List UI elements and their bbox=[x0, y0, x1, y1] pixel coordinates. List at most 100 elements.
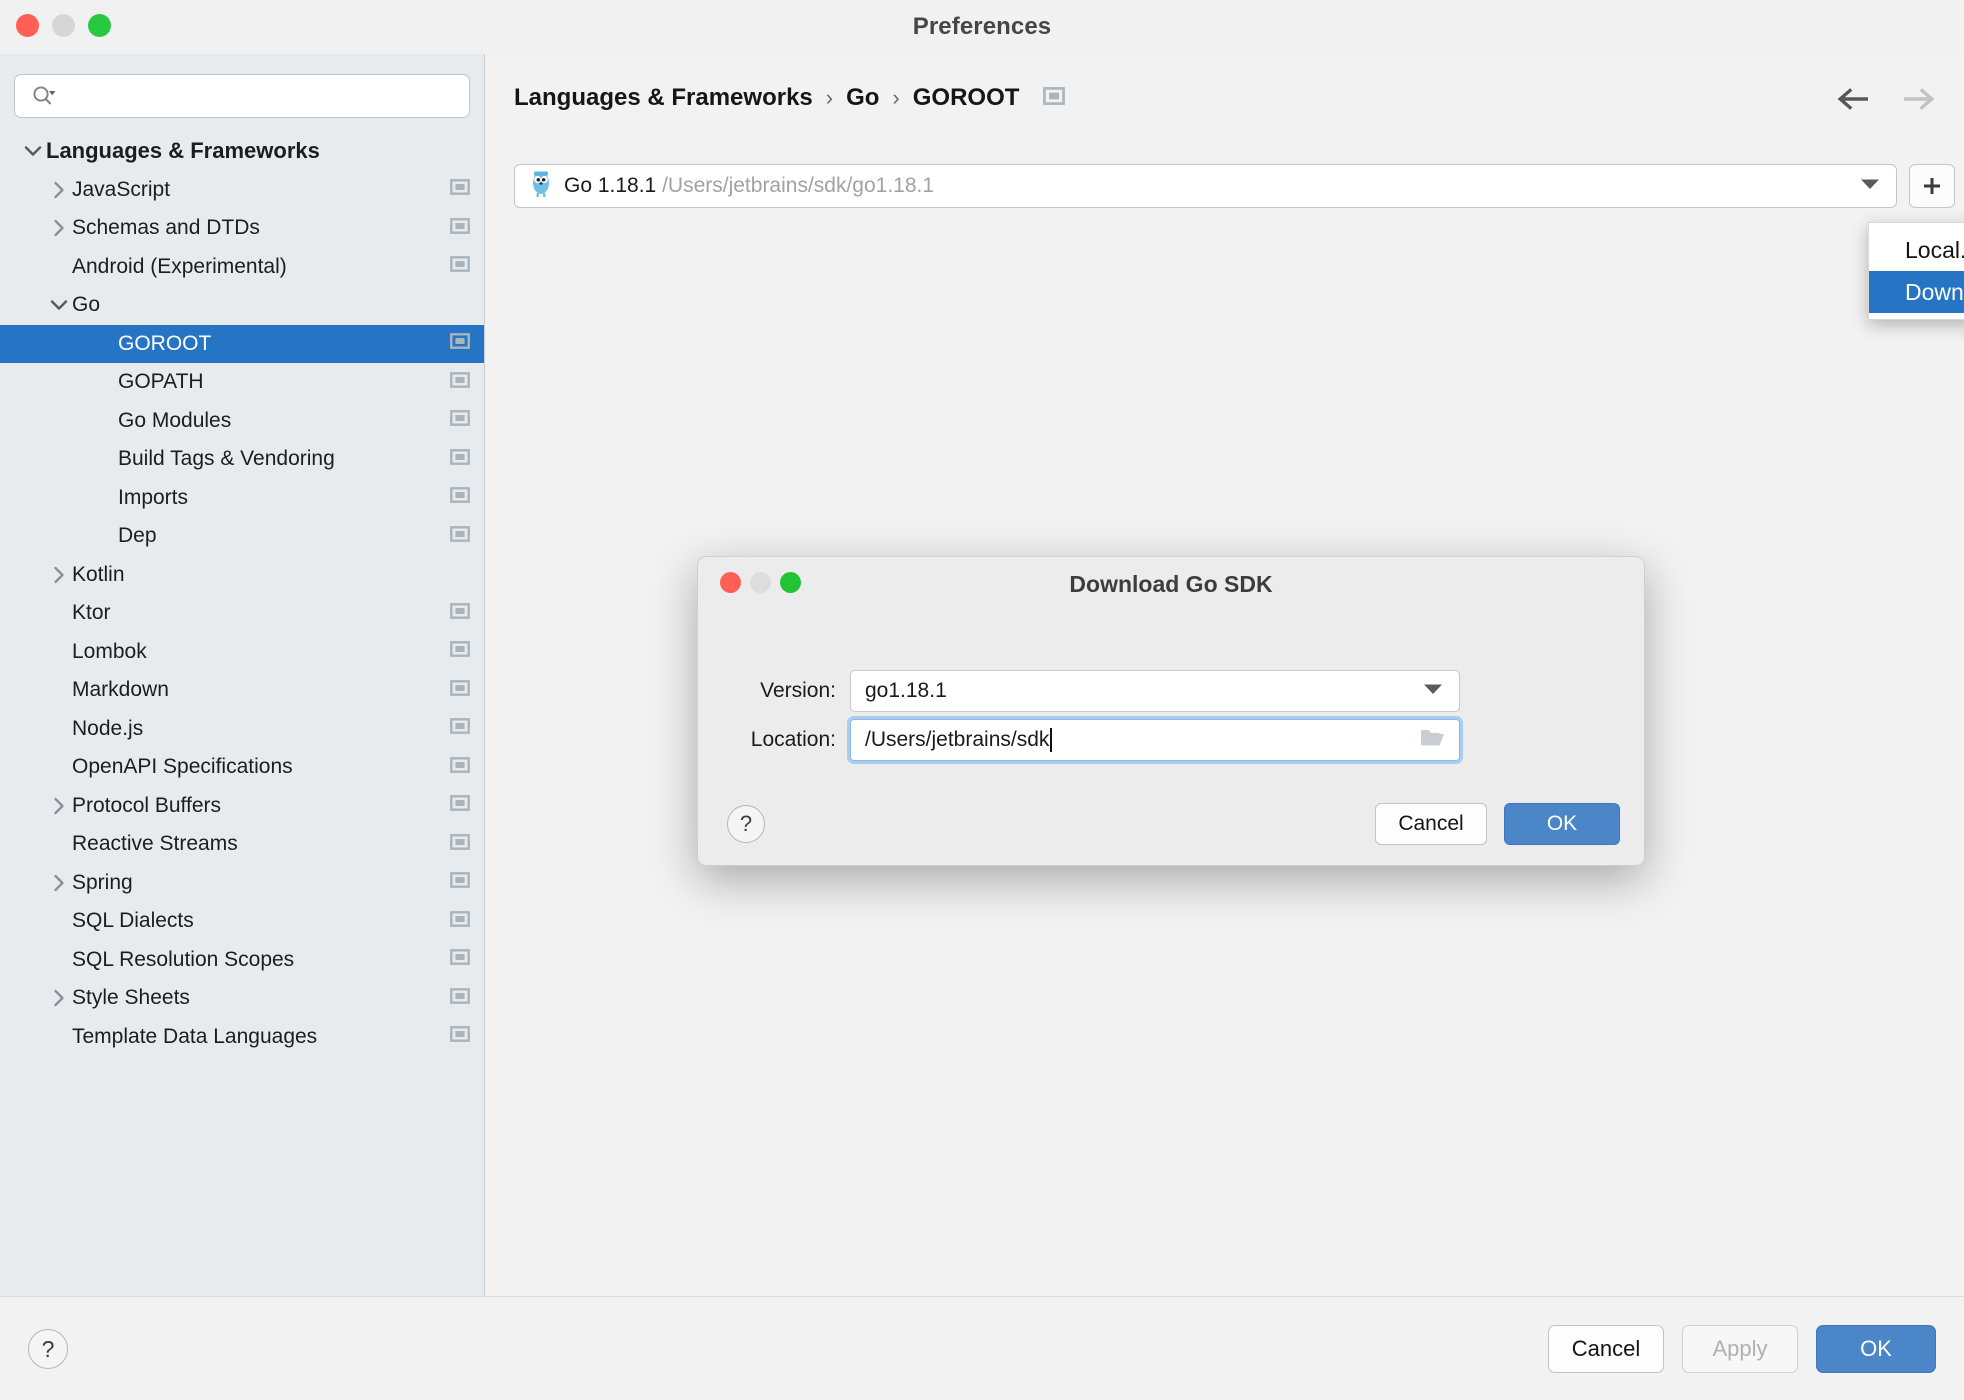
popup-item-download[interactable]: Download... bbox=[1869, 271, 1964, 313]
sidebar-item-lombok[interactable]: Lombok bbox=[0, 633, 484, 672]
sidebar-item-template-data-languages[interactable]: Template Data Languages bbox=[0, 1018, 484, 1057]
close-window-button[interactable] bbox=[16, 14, 39, 37]
twisty-placeholder bbox=[46, 677, 72, 703]
sidebar-item-spring[interactable]: Spring bbox=[0, 864, 484, 903]
minimize-window-button[interactable] bbox=[52, 14, 75, 37]
sidebar-item-schemas-and-dtds[interactable]: Schemas and DTDs bbox=[0, 209, 484, 248]
sidebar-item-imports[interactable]: Imports bbox=[0, 479, 484, 518]
download-go-sdk-dialog: Download Go SDK Version: go1.18.1 Locati… bbox=[697, 556, 1645, 866]
dialog-cancel-button[interactable]: Cancel bbox=[1375, 803, 1487, 845]
chevron-down-icon[interactable] bbox=[20, 138, 46, 164]
chevron-down-icon[interactable] bbox=[46, 292, 72, 318]
twisty-placeholder bbox=[46, 600, 72, 626]
sidebar-item-label: Go Modules bbox=[118, 408, 232, 432]
sdk-combobox-value: Go 1.18.1 /Users/jetbrains/sdk/go1.18.1 bbox=[564, 174, 934, 198]
breadcrumb-item-1[interactable]: Go bbox=[846, 84, 879, 112]
goroot-sdk-row: Go 1.18.1 /Users/jetbrains/sdk/go1.18.1 bbox=[514, 164, 1955, 208]
settings-screen-icon bbox=[450, 987, 470, 1009]
add-sdk-popup-menu: Local... Download... bbox=[1868, 222, 1964, 320]
version-field-row: Version: go1.18.1 bbox=[718, 670, 1460, 712]
sidebar-item-languages-frameworks[interactable]: Languages & Frameworks bbox=[0, 132, 484, 171]
sidebar-item-gopath[interactable]: GOPATH bbox=[0, 363, 484, 402]
sidebar-item-label: GOPATH bbox=[118, 370, 204, 394]
sdk-name: Go 1.18.1 bbox=[564, 174, 657, 197]
dialog-ok-button[interactable]: OK bbox=[1504, 803, 1620, 845]
sidebar-item-build-tags-vendoring[interactable]: Build Tags & Vendoring bbox=[0, 440, 484, 479]
dialog-help-button[interactable]: ? bbox=[727, 805, 765, 843]
chevron-down-icon[interactable] bbox=[1860, 177, 1880, 195]
sidebar-item-markdown[interactable]: Markdown bbox=[0, 671, 484, 710]
footer-ok-button[interactable]: OK bbox=[1816, 1325, 1936, 1373]
settings-screen-icon bbox=[450, 872, 470, 893]
sidebar-item-android-experimental[interactable]: Android (Experimental) bbox=[0, 248, 484, 287]
dialog-title: Download Go SDK bbox=[1069, 571, 1273, 597]
sidebar-item-go[interactable]: Go bbox=[0, 286, 484, 325]
breadcrumb-item-2: GOROOT bbox=[912, 84, 1020, 111]
chevron-right-icon[interactable] bbox=[46, 177, 72, 203]
sidebar-item-label: Languages & Frameworks bbox=[46, 138, 320, 164]
sidebar-item-sql-resolution-scopes[interactable]: SQL Resolution Scopes bbox=[0, 941, 484, 980]
sidebar-item-javascript[interactable]: JavaScript bbox=[0, 171, 484, 210]
sidebar-item-openapi-specifications[interactable]: OpenAPI Specifications bbox=[0, 748, 484, 787]
settings-screen-icon bbox=[450, 602, 470, 624]
twisty-placeholder bbox=[46, 639, 72, 665]
location-input[interactable]: /Users/jetbrains/sdk bbox=[847, 716, 1463, 764]
settings-screen-icon bbox=[450, 333, 470, 354]
sidebar-item-node-js[interactable]: Node.js bbox=[0, 710, 484, 749]
sidebar-item-go-modules[interactable]: Go Modules bbox=[0, 402, 484, 441]
settings-tree: Languages & Frameworks JavaScript Schemas … bbox=[0, 132, 484, 1056]
sidebar-item-style-sheets[interactable]: Style Sheets bbox=[0, 979, 484, 1018]
back-arrow-icon[interactable] bbox=[1836, 88, 1872, 115]
zoom-window-button[interactable] bbox=[88, 14, 111, 37]
forward-arrow-icon[interactable] bbox=[1900, 88, 1936, 115]
sidebar-item-goroot[interactable]: GOROOT bbox=[0, 324, 484, 363]
chevron-right-icon[interactable] bbox=[46, 870, 72, 896]
version-combobox[interactable]: go1.18.1 bbox=[850, 670, 1460, 712]
sidebar-item-label: Dep bbox=[118, 524, 157, 548]
sidebar-item-kotlin[interactable]: Kotlin bbox=[0, 556, 484, 595]
preferences-window: Preferences Languages & Frameworks JavaSc… bbox=[0, 0, 1964, 1400]
search-box[interactable] bbox=[14, 74, 470, 118]
sidebar-item-label: Style Sheets bbox=[72, 986, 190, 1010]
settings-screen-icon bbox=[450, 718, 470, 739]
sidebar-item-sql-dialects[interactable]: SQL Dialects bbox=[0, 902, 484, 941]
sidebar-item-label: GOROOT bbox=[118, 331, 212, 355]
twisty-placeholder bbox=[46, 947, 72, 973]
chevron-right-icon[interactable] bbox=[46, 215, 72, 241]
sdk-combobox[interactable]: Go 1.18.1 /Users/jetbrains/sdk/go1.18.1 bbox=[514, 164, 1897, 208]
settings-screen-icon bbox=[450, 949, 470, 970]
sidebar-item-label: SQL Resolution Scopes bbox=[72, 947, 295, 971]
window-title: Preferences bbox=[912, 13, 1052, 40]
settings-screen-icon bbox=[450, 179, 470, 200]
chevron-right-icon[interactable] bbox=[46, 793, 72, 819]
chevron-right-icon[interactable] bbox=[46, 985, 72, 1011]
settings-screen-icon bbox=[450, 410, 470, 431]
folder-browse-icon[interactable] bbox=[1419, 727, 1445, 754]
preferences-footer: ? Cancel Apply OK bbox=[0, 1296, 1964, 1400]
twisty-placeholder bbox=[46, 1024, 72, 1050]
sidebar-item-ktor[interactable]: Ktor bbox=[0, 594, 484, 633]
sidebar-item-label: JavaScript bbox=[72, 177, 171, 201]
sidebar-item-label: Kotlin bbox=[72, 562, 125, 586]
breadcrumb-item-0[interactable]: Languages & Frameworks bbox=[514, 84, 813, 112]
sidebar-item-protocol-buffers[interactable]: Protocol Buffers bbox=[0, 787, 484, 826]
popup-item-local[interactable]: Local... bbox=[1869, 229, 1964, 271]
footer-apply-button[interactable]: Apply bbox=[1682, 1325, 1798, 1373]
sidebar-item-reactive-streams[interactable]: Reactive Streams bbox=[0, 825, 484, 864]
add-sdk-button[interactable] bbox=[1909, 164, 1955, 208]
version-chevron-down-icon[interactable] bbox=[1423, 682, 1443, 700]
breadcrumb-separator-0: › bbox=[825, 85, 834, 110]
footer-cancel-button[interactable]: Cancel bbox=[1548, 1325, 1664, 1373]
search-input[interactable] bbox=[57, 75, 469, 117]
twisty-placeholder bbox=[46, 754, 72, 780]
sidebar-item-dep[interactable]: Dep bbox=[0, 517, 484, 556]
footer-help-button[interactable]: ? bbox=[28, 1329, 68, 1369]
breadcrumb: Languages & Frameworks › Go › GOROOT bbox=[514, 84, 1066, 112]
settings-sync-icon[interactable] bbox=[1043, 86, 1066, 110]
sidebar-item-label: Template Data Languages bbox=[72, 1024, 318, 1048]
twisty-placeholder bbox=[92, 446, 118, 472]
chevron-right-icon[interactable] bbox=[46, 562, 72, 588]
text-caret bbox=[1050, 728, 1052, 752]
window-traffic-lights bbox=[16, 14, 111, 37]
sidebar-item-label: Lombok bbox=[72, 639, 147, 663]
